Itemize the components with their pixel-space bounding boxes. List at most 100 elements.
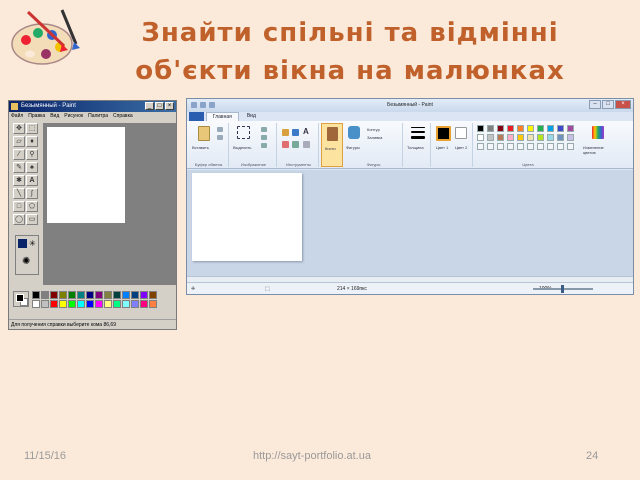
w7-palette-swatch[interactable] bbox=[487, 125, 494, 132]
w7-palette-swatch[interactable] bbox=[517, 134, 524, 141]
zoom-slider[interactable] bbox=[533, 285, 593, 293]
xp-palette-swatch[interactable] bbox=[50, 300, 58, 308]
w7-drawing-canvas[interactable] bbox=[192, 173, 302, 261]
fill-bucket-icon[interactable]: ♦ bbox=[26, 136, 38, 147]
close-button[interactable]: × bbox=[165, 102, 174, 110]
w7-palette-swatch[interactable] bbox=[527, 125, 534, 132]
xp-palette-swatch[interactable] bbox=[122, 300, 130, 308]
w7-empty-swatch[interactable] bbox=[487, 143, 494, 150]
footer-url[interactable]: http://sayt-portfolio.at.ua bbox=[253, 450, 371, 462]
option-spray-icon[interactable]: ✺ bbox=[22, 256, 34, 268]
w7-empty-swatch[interactable] bbox=[477, 143, 484, 150]
w7-palette-swatch[interactable] bbox=[557, 134, 564, 141]
xp-palette-swatch[interactable] bbox=[140, 300, 148, 308]
xp-palette-swatch[interactable] bbox=[149, 300, 157, 308]
rounded-rect-icon[interactable]: ▭ bbox=[26, 214, 38, 225]
xp-palette-swatch[interactable] bbox=[32, 300, 40, 308]
xp-palette-swatch[interactable] bbox=[131, 291, 139, 299]
tool-options-box[interactable]: ✳ ✺ bbox=[15, 235, 39, 275]
xp-palette-swatch[interactable] bbox=[95, 300, 103, 308]
w7-palette-swatch[interactable] bbox=[507, 125, 514, 132]
minimize-button[interactable]: _ bbox=[145, 102, 154, 110]
xp-palette-swatch[interactable] bbox=[86, 300, 94, 308]
menu-help[interactable]: Справка bbox=[113, 112, 133, 121]
option-transparent[interactable]: ✳ bbox=[29, 239, 38, 248]
free-select-icon[interactable]: ✥ bbox=[13, 123, 25, 134]
xp-palette-swatch[interactable] bbox=[59, 300, 67, 308]
eraser-icon[interactable]: ▱ bbox=[13, 136, 25, 147]
polygon-icon[interactable]: ⬠ bbox=[26, 201, 38, 212]
brush-icon[interactable]: ♠ bbox=[26, 162, 38, 173]
w7-palette-swatch[interactable] bbox=[537, 134, 544, 141]
resize-icon[interactable] bbox=[261, 135, 267, 140]
xp-palette-swatch[interactable] bbox=[68, 291, 76, 299]
tab-file[interactable] bbox=[189, 112, 204, 121]
xp-palette-swatch[interactable] bbox=[113, 300, 121, 308]
airbrush-icon[interactable]: ✱ bbox=[13, 175, 25, 186]
w7-palette-swatch[interactable] bbox=[507, 134, 514, 141]
brushes-button-label[interactable]: Кисти bbox=[325, 146, 336, 151]
xp-palette-swatch[interactable] bbox=[86, 291, 94, 299]
xp-drawing-canvas[interactable] bbox=[47, 127, 125, 223]
pencil-tool-icon[interactable] bbox=[282, 129, 289, 136]
tab-view[interactable]: Вид bbox=[241, 112, 262, 121]
edit-colors-label[interactable]: Изменение цветов bbox=[583, 145, 613, 155]
w7-close-button[interactable]: × bbox=[615, 100, 631, 109]
w7-palette-swatch[interactable] bbox=[497, 125, 504, 132]
magnifier-icon[interactable]: ⚲ bbox=[26, 149, 38, 160]
w7-minimize-button[interactable]: – bbox=[589, 100, 601, 109]
option-opaque[interactable] bbox=[18, 239, 27, 248]
xp-palette-swatch[interactable] bbox=[95, 291, 103, 299]
zoom-slider-thumb[interactable] bbox=[561, 285, 564, 293]
w7-empty-swatch[interactable] bbox=[527, 143, 534, 150]
w7-maximize-button[interactable]: □ bbox=[602, 100, 614, 109]
w7-palette-swatch[interactable] bbox=[557, 125, 564, 132]
menu-edit[interactable]: Правка bbox=[28, 112, 45, 121]
xp-palette-swatch[interactable] bbox=[41, 291, 49, 299]
w7-empty-swatch[interactable] bbox=[497, 143, 504, 150]
menu-palette[interactable]: Палитра bbox=[88, 112, 108, 121]
xp-palette-swatch[interactable] bbox=[41, 300, 49, 308]
ellipse-icon[interactable]: ◯ bbox=[13, 214, 25, 225]
color2-label[interactable]: Цвет 2 bbox=[455, 145, 467, 150]
copy-icon[interactable] bbox=[217, 135, 223, 140]
w7-palette-swatch[interactable] bbox=[547, 125, 554, 132]
w7-palette-swatch[interactable] bbox=[497, 134, 504, 141]
menu-image[interactable]: Рисунок bbox=[64, 112, 83, 121]
color1-swatch[interactable] bbox=[436, 126, 451, 141]
xp-palette-swatch[interactable] bbox=[68, 300, 76, 308]
xp-palette-swatch[interactable] bbox=[104, 300, 112, 308]
w7-empty-swatch[interactable] bbox=[557, 143, 564, 150]
line-icon[interactable]: ╲ bbox=[13, 188, 25, 199]
rectangle-icon[interactable]: □ bbox=[13, 201, 25, 212]
w7-empty-swatch[interactable] bbox=[517, 143, 524, 150]
edit-colors-button[interactable]: Изменение цветов bbox=[583, 123, 613, 167]
xp-palette-swatch[interactable] bbox=[50, 291, 58, 299]
w7-empty-swatch[interactable] bbox=[537, 143, 544, 150]
crop-icon[interactable] bbox=[261, 127, 267, 132]
w7-palette-swatch[interactable] bbox=[537, 125, 544, 132]
fill-tool-icon[interactable] bbox=[292, 129, 299, 136]
cut-icon[interactable] bbox=[217, 127, 223, 132]
brushes-button[interactable]: Кисти bbox=[321, 123, 343, 167]
select-icon[interactable] bbox=[237, 126, 250, 139]
w7-palette-swatch[interactable] bbox=[487, 134, 494, 141]
tab-home[interactable]: Главная bbox=[205, 112, 239, 121]
paste-icon[interactable] bbox=[198, 126, 210, 141]
xp-palette-swatch[interactable] bbox=[113, 291, 121, 299]
color1-label[interactable]: Цвет 1 bbox=[436, 145, 448, 150]
brush-tool-icon[interactable] bbox=[327, 127, 338, 141]
menu-view[interactable]: Вид bbox=[50, 112, 59, 121]
maximize-button[interactable]: □ bbox=[155, 102, 164, 110]
thickness-button[interactable]: Толщина bbox=[405, 123, 431, 167]
xp-palette-swatch[interactable] bbox=[140, 291, 148, 299]
magnifier-tool-icon[interactable] bbox=[303, 141, 310, 148]
text-icon[interactable]: A bbox=[26, 175, 38, 186]
text-tool-icon[interactable]: A bbox=[303, 127, 309, 136]
xp-palette-swatch[interactable] bbox=[149, 291, 157, 299]
paste-button-label[interactable]: Вставить bbox=[192, 145, 209, 150]
outline-button[interactable]: Контур bbox=[367, 127, 380, 132]
xp-palette-swatch[interactable] bbox=[122, 291, 130, 299]
rotate-icon[interactable] bbox=[261, 143, 267, 148]
select-button-label[interactable]: Выделить bbox=[233, 145, 251, 150]
